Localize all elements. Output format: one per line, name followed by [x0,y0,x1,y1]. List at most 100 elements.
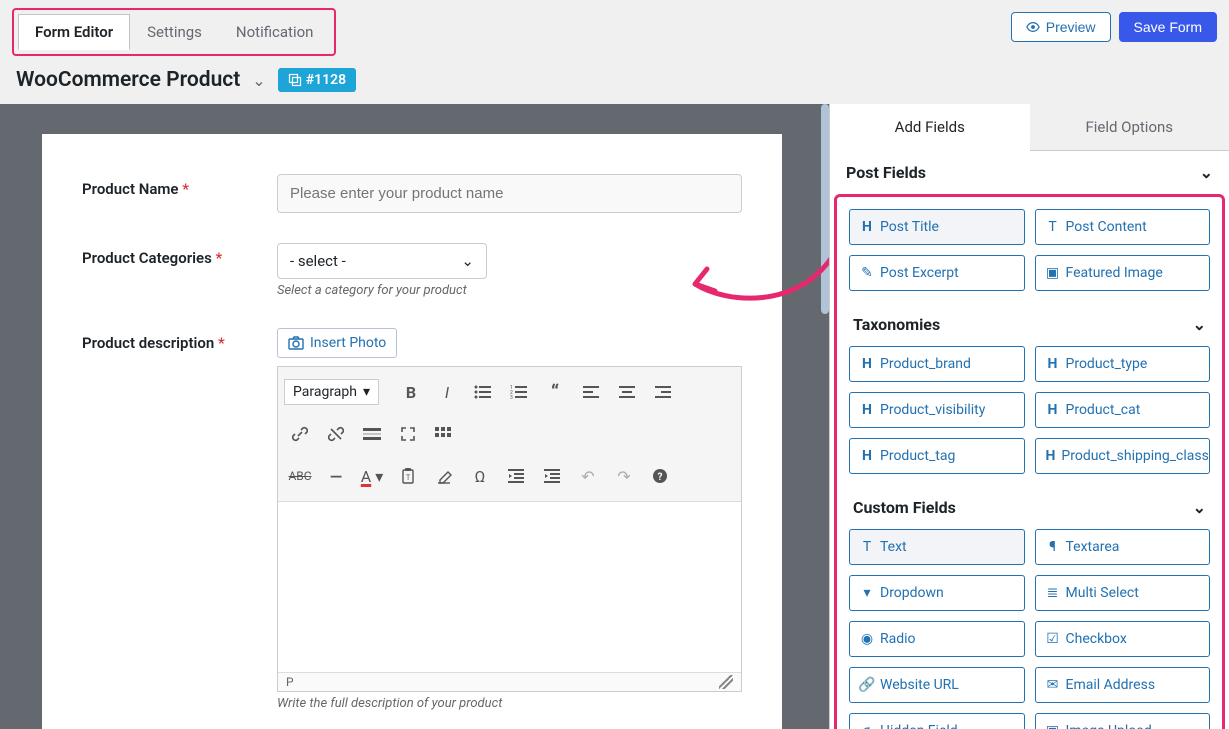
form-canvas: Product Name * Product Categories * - se… [42,134,782,729]
top-actions: Preview Save Form [1011,12,1217,42]
svg-text:T: T [406,474,411,482]
list-icon: ≣ [1046,585,1060,601]
toolbar-toggle-button[interactable] [428,419,460,449]
field-product-brand[interactable]: HProduct_brand [849,346,1025,382]
insert-photo-button[interactable]: Insert Photo [277,328,397,358]
tab-field-options[interactable]: Field Options [1030,104,1229,151]
tab-notification[interactable]: Notification [219,14,331,50]
heading-icon: H [860,448,874,464]
text-icon: T [860,539,874,555]
italic-button[interactable]: I [431,377,463,407]
title-dropdown-icon[interactable]: ⌄ [252,71,265,90]
field-post-content[interactable]: TPost Content [1035,209,1211,245]
align-center-button[interactable] [611,377,643,407]
heading-icon: H [860,402,874,418]
section-taxonomies[interactable]: Taxonomies ⌄ [841,299,1218,338]
unlink-button[interactable] [320,419,352,449]
align-left-button[interactable] [575,377,607,407]
product-description-label: Product description * [82,328,277,352]
align-right-button[interactable] [647,377,679,407]
field-radio[interactable]: ◉Radio [849,621,1025,657]
field-product-type[interactable]: HProduct_type [1035,346,1211,382]
special-char-button[interactable]: Ω [464,461,496,491]
horizontal-line-button[interactable]: — [320,461,352,491]
indent-button[interactable] [536,461,568,491]
title-row: WooCommerce Product ⌄ #1128 [0,56,1229,104]
field-product-tag[interactable]: HProduct_tag [849,438,1025,474]
field-image-upload[interactable]: ▣Image Upload [1035,713,1211,729]
fullscreen-button[interactable] [392,419,424,449]
field-post-title[interactable]: HPost Title [849,209,1025,245]
heading-icon: H [1046,402,1060,418]
camera-icon [288,336,304,350]
readmore-button[interactable] [356,419,388,449]
form-canvas-wrap: Product Name * Product Categories * - se… [0,104,829,729]
image-icon: ▣ [1046,265,1060,281]
text-color-button[interactable]: A ▾ [356,461,388,491]
product-categories-label: Product Categories * [82,243,277,267]
tab-settings[interactable]: Settings [130,14,219,50]
rich-text-editor: Paragraph ▾ B I 123 [277,366,742,692]
redo-button[interactable]: ↷ [608,461,640,491]
radio-icon: ◉ [860,631,874,647]
section-post-fields[interactable]: Post Fields ⌄ [830,151,1229,194]
preview-button[interactable]: Preview [1011,12,1111,42]
field-multi-select[interactable]: ≣Multi Select [1035,575,1211,611]
product-name-label: Product Name * [82,174,277,198]
form-title: WooCommerce Product [16,68,240,92]
insert-photo-label: Insert Photo [310,335,386,351]
numbered-list-button[interactable]: 123 [503,377,535,407]
field-website-url[interactable]: 🔗Website URL [849,667,1025,703]
heading-icon: H [1046,356,1060,372]
chevron-down-icon: ⌄ [1193,315,1206,334]
dropdown-icon: ▾ [860,585,874,601]
text-icon: T [1046,219,1060,235]
tab-add-fields[interactable]: Add Fields [830,104,1030,151]
field-post-excerpt[interactable]: ✎Post Excerpt [849,255,1025,291]
bold-button[interactable]: B [395,377,427,407]
badge-text: #1128 [306,72,346,88]
paste-text-button[interactable]: T [392,461,424,491]
chevron-down-icon: ⌄ [1193,498,1206,517]
clear-formatting-button[interactable] [428,461,460,491]
field-featured-image[interactable]: ▣Featured Image [1035,255,1211,291]
product-categories-select[interactable]: - select - ⌄ [277,243,487,279]
product-name-input[interactable] [277,174,742,213]
chevron-down-icon: ⌄ [1200,163,1213,182]
canvas-scrollbar[interactable] [821,104,829,314]
save-form-button[interactable]: Save Form [1119,12,1217,42]
field-product-cat[interactable]: HProduct_cat [1035,392,1211,428]
field-dropdown[interactable]: ▾Dropdown [849,575,1025,611]
editor-toolbar: Paragraph ▾ B I 123 [278,367,741,502]
field-product-visibility[interactable]: HProduct_visibility [849,392,1025,428]
hidden-icon: ø [860,723,874,729]
field-email-address[interactable]: ✉Email Address [1035,667,1211,703]
blockquote-button[interactable]: “ [539,377,571,407]
field-checkbox[interactable]: ☑Checkbox [1035,621,1211,657]
eye-icon [1026,21,1040,33]
link-button[interactable] [284,419,316,449]
description-hint: Write the full description of your produ… [277,696,742,711]
field-product-shipping-class[interactable]: HProduct_shipping_class [1035,438,1211,474]
resize-handle-icon[interactable] [719,675,733,689]
chevron-down-icon: ▾ [363,384,370,400]
strikethrough-button[interactable]: ABC [284,461,316,491]
heading-icon: H [860,219,874,235]
bullet-list-button[interactable] [467,377,499,407]
excerpt-icon: ✎ [860,265,874,281]
heading-icon: H [1046,448,1056,464]
field-hidden-field[interactable]: øHidden Field [849,713,1025,729]
tab-form-editor[interactable]: Form Editor [18,14,130,50]
undo-button[interactable]: ↶ [572,461,604,491]
field-textarea[interactable]: ¶Textarea [1035,529,1211,565]
outdent-button[interactable] [500,461,532,491]
section-custom-fields[interactable]: Custom Fields ⌄ [841,482,1218,521]
editor-body[interactable] [278,502,741,672]
form-id-badge[interactable]: #1128 [278,68,356,92]
field-text[interactable]: TText [849,529,1025,565]
main-tabs: Form Editor Settings Notification [12,8,336,56]
paragraph-icon: ¶ [1046,539,1060,555]
format-select[interactable]: Paragraph ▾ [284,379,379,405]
highlighted-fields-area: HPost Title TPost Content ✎Post Excerpt … [834,194,1225,729]
help-button[interactable]: ? [644,461,676,491]
